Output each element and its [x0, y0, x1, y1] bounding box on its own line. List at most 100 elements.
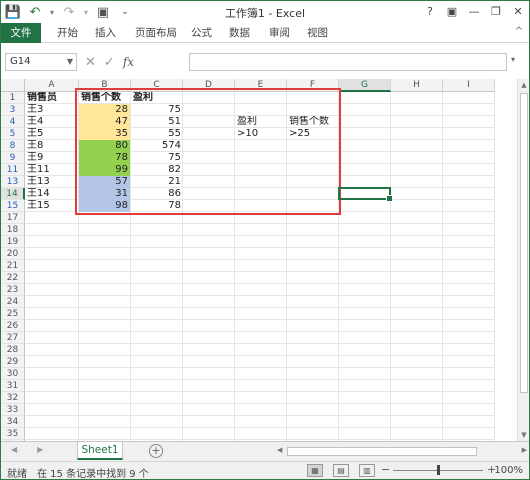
prev-sheet-icon[interactable]: ◀ [11, 445, 17, 454]
highlight-box [75, 88, 341, 215]
name-box[interactable]: G14 ▼ [5, 53, 77, 71]
row-header-32[interactable]: 32 [1, 392, 25, 404]
cell-salesperson[interactable]: 王11 [25, 164, 79, 176]
cell-salesperson[interactable]: 王14 [25, 188, 79, 200]
cancel-icon[interactable]: ✕ [85, 55, 96, 70]
spreadsheet-grid[interactable]: A B C D E F G H I 1 3 4 5 8 9 11 13 14 15 17 18 19 20 21 22 23 24 2… [1, 79, 517, 441]
tab-review[interactable]: 审阅 [263, 23, 296, 43]
row-header-23[interactable]: 23 [1, 284, 25, 296]
row-header-29[interactable]: 29 [1, 356, 25, 368]
row-header-15[interactable]: 15 [1, 200, 25, 212]
help-button[interactable]: ? [419, 1, 441, 21]
tab-page-layout[interactable]: 页面布局 [129, 23, 183, 43]
formula-bar-expand-icon[interactable]: ▾ [511, 55, 515, 64]
gridline-row [25, 319, 495, 320]
row-header-5[interactable]: 5 [1, 128, 25, 140]
zoom-out-icon[interactable]: − [381, 463, 390, 476]
gridline-row [25, 343, 495, 344]
row-header-9[interactable]: 9 [1, 152, 25, 164]
minimize-button[interactable]: — [463, 1, 485, 21]
vertical-scroll-thumb[interactable] [520, 93, 528, 393]
selected-cell-g14[interactable] [338, 187, 393, 202]
column-header-a[interactable]: A [25, 79, 79, 92]
row-header-28[interactable]: 28 [1, 344, 25, 356]
row-header-19[interactable]: 19 [1, 236, 25, 248]
tab-insert[interactable]: 插入 [89, 23, 122, 43]
select-all-corner[interactable] [1, 79, 25, 92]
insert-function-icon[interactable]: fx [123, 55, 134, 69]
zoom-slider[interactable]: − + [381, 463, 501, 477]
formula-input[interactable] [189, 53, 507, 71]
cell-salesperson[interactable]: 王5 [25, 128, 79, 140]
horizontal-scroll-thumb[interactable] [287, 447, 477, 456]
gridline-row [25, 247, 495, 248]
row-header-34[interactable]: 34 [1, 416, 25, 428]
ribbon-display-options-button[interactable]: ▣ [441, 1, 463, 21]
name-box-dropdown-icon[interactable]: ▼ [67, 54, 73, 70]
normal-view-icon[interactable]: ▦ [307, 464, 323, 477]
column-header-g[interactable]: G [339, 79, 391, 92]
gridline-row [25, 379, 495, 380]
column-header-i[interactable]: I [443, 79, 495, 92]
page-layout-view-icon[interactable]: ▤ [333, 464, 349, 477]
cell-a1-header[interactable]: 销售员 [25, 92, 79, 104]
cell-salesperson[interactable]: 王9 [25, 152, 79, 164]
tab-file[interactable]: 文件 [1, 23, 41, 43]
tab-data[interactable]: 数据 [223, 23, 256, 43]
zoom-level[interactable]: 100% [494, 465, 523, 476]
row-header-27[interactable]: 27 [1, 332, 25, 344]
scroll-up-icon[interactable]: ▲ [518, 79, 530, 91]
enter-icon[interactable]: ✓ [104, 55, 115, 70]
row-header-22[interactable]: 22 [1, 272, 25, 284]
cell-salesperson[interactable]: 王4 [25, 116, 79, 128]
row-header-25[interactable]: 25 [1, 308, 25, 320]
column-header-h[interactable]: H [391, 79, 443, 92]
tab-formulas[interactable]: 公式 [185, 23, 218, 43]
scroll-right-icon[interactable]: ▶ [522, 446, 527, 454]
row-header-17[interactable]: 17 [1, 212, 25, 224]
tab-view[interactable]: 视图 [301, 23, 334, 43]
scroll-down-icon[interactable]: ▼ [518, 429, 530, 441]
row-header-8[interactable]: 8 [1, 140, 25, 152]
row-header-30[interactable]: 30 [1, 368, 25, 380]
row-header-11[interactable]: 11 [1, 164, 25, 176]
row-header-35[interactable]: 35 [1, 428, 25, 440]
row-header-24[interactable]: 24 [1, 296, 25, 308]
sheet-tab-sheet1[interactable]: Sheet1 [77, 442, 123, 460]
next-sheet-icon[interactable]: ▶ [37, 445, 43, 454]
cell-salesperson[interactable]: 王8 [25, 140, 79, 152]
cell-salesperson[interactable]: 王3 [25, 104, 79, 116]
row-header-21[interactable]: 21 [1, 260, 25, 272]
horizontal-scrollbar[interactable]: ◀ ▶ [277, 446, 527, 458]
formula-buttons: ✕ ✓ fx [85, 53, 134, 71]
row-header-3[interactable]: 3 [1, 104, 25, 116]
row-header-18[interactable]: 18 [1, 224, 25, 236]
gridline-row [25, 367, 495, 368]
row-header-13[interactable]: 13 [1, 176, 25, 188]
row-header-4[interactable]: 4 [1, 116, 25, 128]
gridline-row [25, 415, 495, 416]
cell-salesperson[interactable]: 王13 [25, 176, 79, 188]
row-header-1[interactable]: 1 [1, 92, 25, 104]
row-header-31[interactable]: 31 [1, 380, 25, 392]
name-box-value: G14 [10, 56, 31, 67]
row-header-14[interactable]: 14 [1, 188, 25, 200]
restore-button[interactable]: ❐ [485, 1, 507, 21]
page-break-view-icon[interactable]: ▥ [359, 464, 375, 477]
add-sheet-icon[interactable]: + [149, 444, 163, 458]
tab-home[interactable]: 开始 [51, 23, 84, 43]
gridline-row [25, 391, 495, 392]
row-header-33[interactable]: 33 [1, 404, 25, 416]
vertical-scrollbar[interactable]: ▲ ▼ [517, 79, 529, 441]
scroll-left-icon[interactable]: ◀ [277, 446, 282, 454]
close-button[interactable]: ✕ [507, 1, 529, 21]
gridline-column [494, 92, 495, 441]
ribbon-expand-icon[interactable]: ^ [515, 26, 523, 37]
title-bar: 💾 ↶ ▾ ↷ ▾ ▣ ⌄ 工作簿1 - Excel ? ▣ — ❐ ✕ [1, 1, 529, 23]
row-header-26[interactable]: 26 [1, 320, 25, 332]
cell-salesperson[interactable]: 王15 [25, 200, 79, 212]
gridline-row [25, 439, 495, 440]
gridline-row [25, 355, 495, 356]
row-header-20[interactable]: 20 [1, 248, 25, 260]
zoom-knob[interactable] [437, 465, 440, 475]
